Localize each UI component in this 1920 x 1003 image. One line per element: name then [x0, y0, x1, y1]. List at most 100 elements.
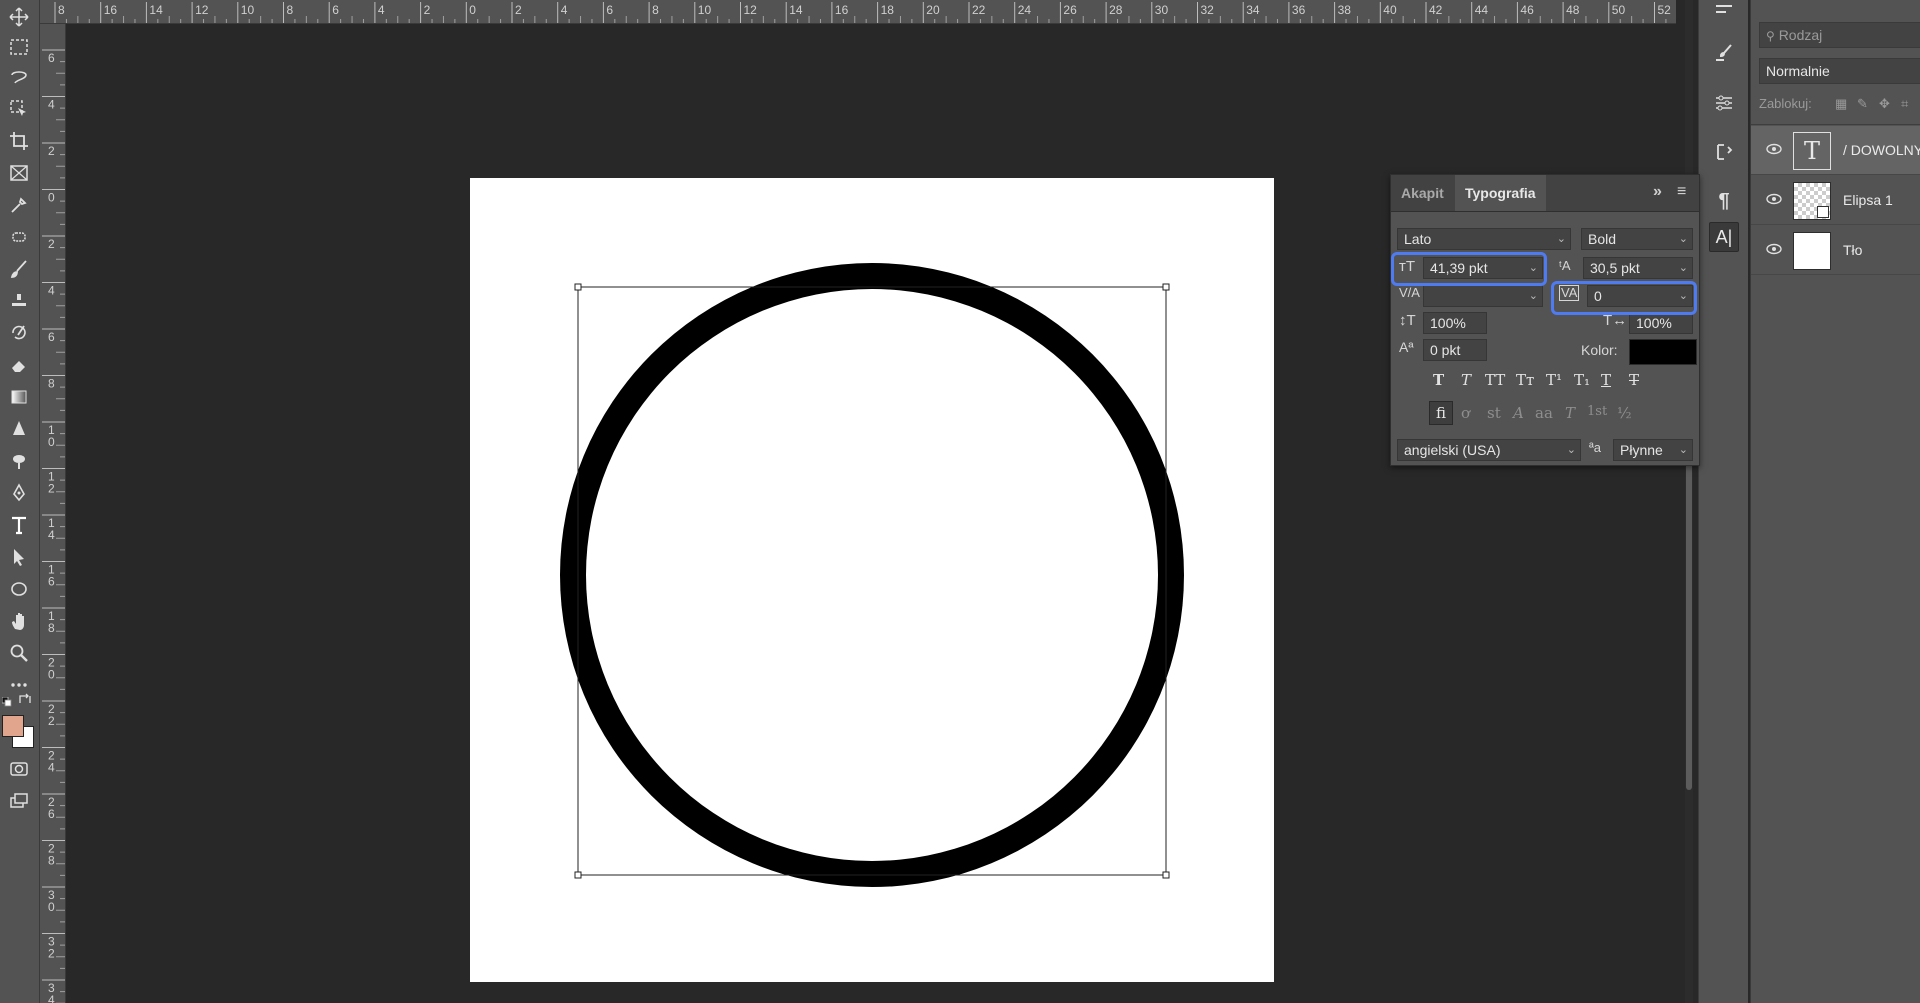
handle-top-left[interactable] [574, 283, 582, 291]
faux-italic-button[interactable]: T [1461, 371, 1471, 389]
screen-mode-icon[interactable] [4, 788, 34, 814]
visibility-eye-icon[interactable] [1765, 192, 1783, 206]
stylistic-alternates-button[interactable]: aa [1535, 404, 1553, 422]
ruler-tick-label: 0 [469, 3, 476, 17]
font-family-select[interactable]: Lato ⌄ [1397, 228, 1571, 250]
lock-label: Zablokuj: [1759, 96, 1812, 111]
artwork: DOWOLNY TEKST / DOWOLNY TEKST / DOWOLNY … [560, 263, 1184, 887]
font-style-select[interactable]: Bold ⌄ [1581, 228, 1693, 250]
canvas-vertical-scrollbar[interactable] [1685, 0, 1693, 1003]
adjustments-icon[interactable] [1709, 88, 1739, 118]
hand-tool-icon[interactable] [4, 608, 34, 634]
subscript-button[interactable]: T₁ [1574, 371, 1590, 389]
underline-button[interactable]: T [1601, 371, 1611, 389]
document-canvas[interactable]: DOWOLNY TEKST / DOWOLNY TEKST / DOWOLNY … [470, 178, 1274, 982]
clone-stamp-tool-icon[interactable] [4, 288, 34, 314]
lock-artboard-icon[interactable]: ⌗ [1901, 96, 1908, 112]
layer-thumbnail [1793, 182, 1831, 220]
zoom-tool-icon[interactable] [4, 640, 34, 666]
marquee-tool-icon[interactable] [4, 34, 34, 60]
language-select[interactable]: angielski (USA) ⌄ [1397, 439, 1581, 461]
baseline-shift-field[interactable]: 0 pkt [1423, 339, 1487, 361]
ruler-tick-label: 4 [378, 3, 385, 17]
vertical-scale-field[interactable]: 100% [1423, 312, 1487, 334]
ellipse-tool-icon[interactable] [4, 576, 34, 602]
horizontal-scale-field[interactable]: 100% [1629, 312, 1693, 334]
blend-mode-value: Normalnie [1766, 63, 1830, 79]
eyedropper-tool-icon[interactable] [4, 192, 34, 218]
ruler-tick-label: 36 [1292, 3, 1306, 17]
handle-top-right[interactable] [1162, 283, 1170, 291]
visibility-eye-icon[interactable] [1765, 242, 1783, 256]
ruler-tick-label: 2 [48, 237, 55, 251]
kerning-field[interactable]: ⌄ [1423, 285, 1543, 307]
brush-settings-icon[interactable] [1709, 38, 1739, 68]
blend-mode-select[interactable]: Normalnie [1759, 58, 1920, 84]
quick-mask-icon[interactable] [4, 756, 34, 782]
healing-brush-tool-icon[interactable] [4, 224, 34, 250]
layer-row-background[interactable]: Tło [1751, 226, 1920, 275]
canvas-area[interactable]: DOWOLNY TEKST / DOWOLNY TEKST / DOWOLNY … [66, 24, 1676, 1003]
default-colors-icon[interactable] [1, 694, 12, 707]
layer-row-ellipse[interactable]: Elipsa 1 [1751, 176, 1920, 225]
old-style-button[interactable]: ơ [1461, 404, 1470, 422]
ruler-tick-label: 16 [104, 3, 118, 17]
small-caps-button[interactable]: Tт [1516, 371, 1534, 389]
move-tool-icon[interactable] [4, 4, 34, 30]
chevron-down-icon: ⌄ [1678, 262, 1688, 274]
ordinals-button[interactable]: 1st [1587, 404, 1607, 419]
frame-tool-icon[interactable] [4, 160, 34, 186]
ruler-tick-label: 6 [332, 3, 339, 17]
tab-paragraph[interactable]: Akapit [1391, 175, 1454, 211]
gradient-tool-icon[interactable] [4, 384, 34, 410]
swap-colors-icon[interactable] [18, 692, 32, 704]
object-selection-tool-icon[interactable] [4, 96, 34, 122]
collapse-panel-icon[interactable]: » [1653, 183, 1662, 201]
layer-filter-field[interactable]: ⚲ Rodzaj [1759, 22, 1920, 48]
lock-transparent-icon[interactable]: ▦ [1835, 96, 1847, 112]
lock-position-icon[interactable]: ✥ [1879, 96, 1890, 112]
visibility-eye-icon[interactable] [1765, 142, 1783, 156]
layer-name: / DOWOLNY [1843, 142, 1920, 158]
character-panel-icon[interactable]: A| [1709, 222, 1739, 252]
ruler-tick-label: 4 [48, 528, 55, 542]
dodge-tool-icon[interactable] [4, 448, 34, 474]
swash-button[interactable]: A [1513, 404, 1524, 422]
ruler-tick-label: 2 [48, 144, 55, 158]
history-panel-icon[interactable] [1709, 0, 1739, 24]
ruler-tick-label: 20 [926, 3, 940, 17]
text-color-swatch[interactable] [1629, 339, 1697, 365]
scrollbar-thumb[interactable] [1686, 420, 1692, 790]
type-tool-icon[interactable] [4, 512, 34, 538]
antialias-select[interactable]: Płynne ⌄ [1613, 439, 1693, 461]
layer-row-text[interactable]: T / DOWOLNY [1751, 126, 1920, 175]
superscript-button[interactable]: T¹ [1546, 371, 1562, 389]
eraser-tool-icon[interactable] [4, 352, 34, 378]
lasso-tool-icon[interactable] [4, 64, 34, 90]
crop-tool-icon[interactable] [4, 128, 34, 154]
tracking-highlight [1551, 281, 1697, 315]
discretionary-ligatures-button[interactable]: st [1487, 404, 1501, 422]
pen-tool-icon[interactable] [4, 480, 34, 506]
brush-tool-icon[interactable] [4, 256, 34, 282]
leading-field[interactable]: 30,5 pkt ⌄ [1583, 257, 1693, 279]
faux-bold-button[interactable]: T [1433, 371, 1444, 389]
lock-paint-icon[interactable]: ✎ [1857, 96, 1868, 112]
handle-bottom-right[interactable] [1162, 871, 1170, 879]
handle-bottom-left[interactable] [574, 871, 582, 879]
tab-character[interactable]: Typografia [1455, 175, 1546, 211]
history-brush-tool-icon[interactable] [4, 320, 34, 346]
blur-tool-icon[interactable] [4, 416, 34, 442]
path-selection-tool-icon[interactable] [4, 544, 34, 570]
ligatures-button[interactable]: fi [1429, 401, 1453, 425]
paragraph-panel-icon[interactable]: ¶ [1709, 186, 1739, 216]
titling-alternates-button[interactable]: T [1565, 404, 1575, 422]
all-caps-button[interactable]: TT [1485, 371, 1505, 389]
foreground-color-swatch[interactable] [2, 715, 24, 737]
baseline-shift-value: 0 pkt [1430, 342, 1461, 358]
ruler-tick-label: 2 [48, 947, 55, 961]
panel-menu-icon[interactable]: ≡ [1677, 183, 1686, 201]
fractions-button[interactable]: ½ [1617, 404, 1632, 422]
channels-icon[interactable] [1709, 137, 1739, 167]
strikethrough-button[interactable]: T [1629, 371, 1639, 389]
